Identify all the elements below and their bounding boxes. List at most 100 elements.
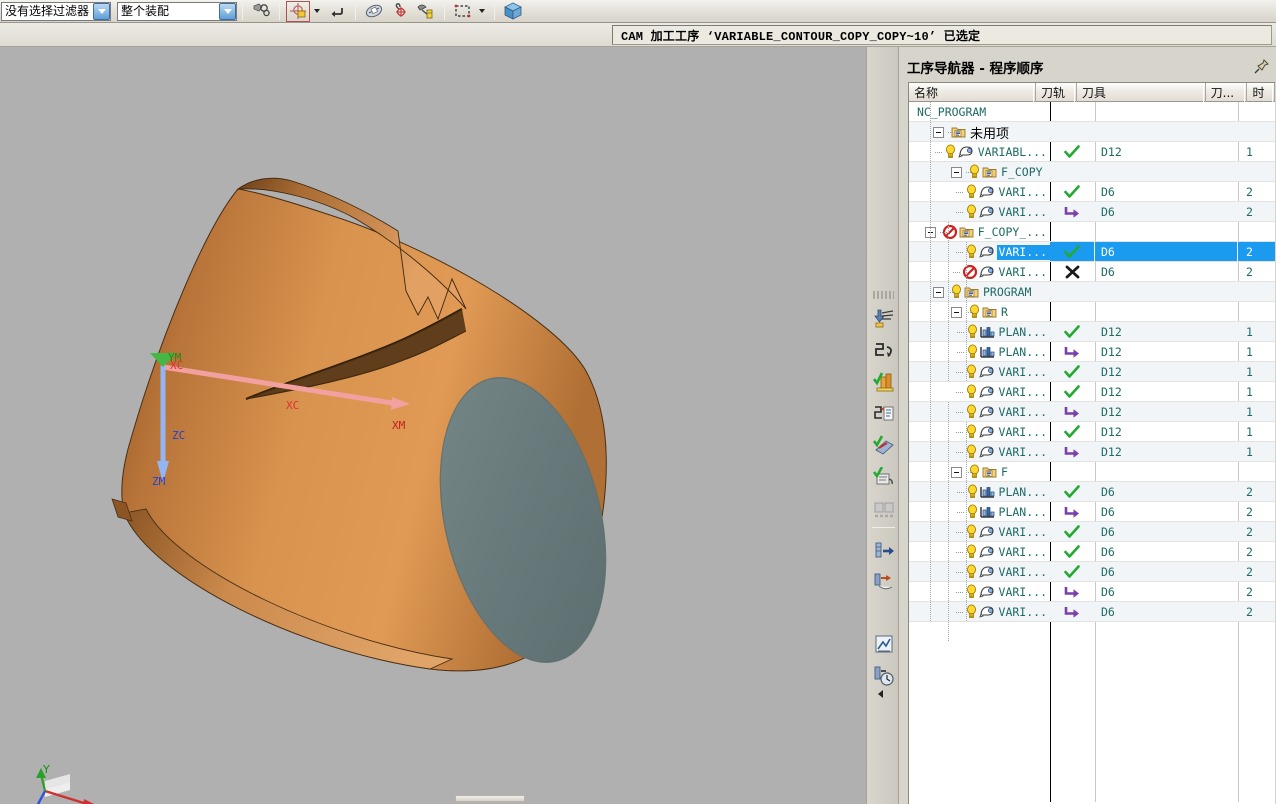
folder-icon-wrapper[interactable] <box>982 165 997 179</box>
tree-row[interactable]: VARI...D12100 <box>909 362 1275 382</box>
tree-row-tool[interactable]: D6 <box>1095 502 1237 522</box>
tree-collapse-toggle[interactable] <box>933 126 944 138</box>
tree-row[interactable]: F <box>909 462 1275 482</box>
tree-row-tool-number[interactable] <box>1238 102 1275 122</box>
folder-icon-wrapper[interactable] <box>959 225 974 239</box>
bulb-icon-wrapper[interactable] <box>966 564 977 580</box>
tree-row-tool[interactable] <box>1095 122 1237 142</box>
tree-row-tool[interactable]: D12 <box>1095 322 1237 342</box>
tree-collapse-toggle[interactable] <box>951 466 962 478</box>
tree-row-toolpath-status[interactable] <box>1050 482 1094 502</box>
bulb-icon-wrapper[interactable] <box>966 544 977 560</box>
generate-toolpath-icon[interactable] <box>871 305 896 331</box>
tree-row-tool[interactable]: D6 <box>1095 542 1237 562</box>
contour-icon-wrapper[interactable] <box>978 585 995 599</box>
tree-row-tool[interactable]: D6 <box>1095 562 1237 582</box>
tree-row[interactable]: PLAN...D12100 <box>909 322 1275 342</box>
render-style-icon[interactable] <box>501 1 525 22</box>
tree-row-tool[interactable]: D12 <box>1095 342 1237 362</box>
tree-row[interactable]: VARI...D6200 <box>909 582 1275 602</box>
tree-row-toolpath-status[interactable] <box>1050 302 1094 322</box>
tree-row-tool-number[interactable]: 1 <box>1238 342 1275 362</box>
bulb-icon-wrapper[interactable] <box>966 184 977 200</box>
chevron-down-icon[interactable] <box>93 2 110 20</box>
machine-time-icon[interactable] <box>871 663 896 689</box>
tree-row-tool-number[interactable]: 2 <box>1238 502 1275 522</box>
tree-row-tool[interactable] <box>1095 102 1237 122</box>
bulb-icon-wrapper[interactable] <box>966 584 977 600</box>
contour-icon-wrapper[interactable] <box>978 445 995 459</box>
operation-tree[interactable]: 名称 刀轨 刀具 刀... 时 NC_PROGRAM02未用项01 VARIABL... D… <box>908 82 1275 804</box>
tree-row-toolpath-status[interactable] <box>1050 222 1094 242</box>
tree-row-toolpath-status[interactable] <box>1050 502 1094 522</box>
bulb-icon-wrapper[interactable] <box>966 424 977 440</box>
list-toolpath-icon[interactable] <box>871 401 896 427</box>
tree-row-toolpath-status[interactable] <box>1050 202 1094 222</box>
tree-row-tool[interactable]: D6 <box>1095 602 1237 622</box>
tree-row-toolpath-status[interactable] <box>1050 242 1094 262</box>
bulb-icon-wrapper[interactable] <box>966 444 977 460</box>
point-constructor-icon[interactable] <box>388 1 412 22</box>
chevron-down-icon[interactable] <box>219 2 236 20</box>
replay-toolpath-icon[interactable] <box>871 337 896 363</box>
tree-row[interactable]: VARI...D6200 <box>909 202 1275 222</box>
tree-row-tool-number[interactable]: 2 <box>1238 182 1275 202</box>
tree-row[interactable]: VARI...D6200 <box>909 242 1275 262</box>
tree-row[interactable]: PLAN...D6200 <box>909 482 1275 502</box>
deny-icon-wrapper[interactable] <box>962 265 977 279</box>
simulate-icon[interactable] <box>871 631 896 657</box>
bulb-icon-wrapper[interactable] <box>966 404 977 420</box>
tree-row[interactable]: VARI...D12100 <box>909 442 1275 462</box>
tree-row-toolpath-status[interactable] <box>1050 362 1094 382</box>
tree-row-toolpath-status[interactable] <box>1050 602 1094 622</box>
tree-row-tool-number[interactable] <box>1238 282 1275 302</box>
tree-row-tool-number[interactable]: 2 <box>1238 202 1275 222</box>
tree-collapse-toggle[interactable] <box>951 166 962 178</box>
tree-row[interactable]: PLAN...D12100 <box>909 342 1275 362</box>
tree-row-toolpath-status[interactable] <box>1050 442 1094 462</box>
bulb-icon-wrapper[interactable] <box>945 144 956 160</box>
tree-row-toolpath-status[interactable] <box>1050 142 1094 162</box>
tree-row[interactable]: VARI...D12100 <box>909 382 1275 402</box>
tree-row-toolpath-status[interactable] <box>1050 402 1094 422</box>
contour-icon-wrapper[interactable] <box>978 185 995 199</box>
tree-row-toolpath-status[interactable] <box>1050 102 1094 122</box>
tree-row-toolpath-status[interactable] <box>1050 182 1094 202</box>
tree-row[interactable]: VARI...D12100 <box>909 402 1275 422</box>
tree-row[interactable]: PLAN...D6200 <box>909 502 1275 522</box>
tree-row-tool[interactable]: D12 <box>1095 142 1237 162</box>
back-icon[interactable] <box>325 1 349 22</box>
selection-filter-combo[interactable]: 没有选择过滤器 <box>1 1 111 21</box>
tree-column-headers[interactable]: 名称 刀轨 刀具 刀... 时 <box>909 83 1275 102</box>
planar-icon-wrapper[interactable] <box>979 325 995 339</box>
tree-row-tool-number[interactable]: 1 <box>1238 442 1275 462</box>
rectangle-select-icon[interactable] <box>451 1 475 22</box>
tool-path-divide-icon[interactable] <box>871 569 896 595</box>
tree-row[interactable]: VARI...D6200 <box>909 562 1275 582</box>
tree-row-toolpath-status[interactable] <box>1050 562 1094 582</box>
collapse-panel-arrow[interactable] <box>874 687 886 701</box>
contour-icon-wrapper[interactable] <box>978 565 995 579</box>
tree-row-tool-number[interactable]: 2 <box>1238 562 1275 582</box>
tree-row[interactable]: 未用项01 <box>909 122 1275 142</box>
tree-row-tool-number[interactable] <box>1238 302 1275 322</box>
tree-row-tool-number[interactable] <box>1238 162 1275 182</box>
column-header-name[interactable]: 名称 <box>909 83 1036 102</box>
tree-row-tool[interactable]: D6 <box>1095 202 1237 222</box>
tree-row-tool[interactable]: D12 <box>1095 382 1237 402</box>
tree-row-tool-number[interactable]: 1 <box>1238 322 1275 342</box>
bulb-icon-wrapper[interactable] <box>966 244 977 260</box>
contour-icon-wrapper[interactable] <box>978 245 995 259</box>
bulb-icon-wrapper[interactable] <box>967 504 978 520</box>
tree-row-toolpath-status[interactable] <box>1050 522 1094 542</box>
tree-row-tool[interactable]: D6 <box>1095 182 1237 202</box>
tree-row-toolpath-status[interactable] <box>1050 462 1094 482</box>
contour-icon-wrapper[interactable] <box>978 525 995 539</box>
tree-row-toolpath-status[interactable] <box>1050 322 1094 342</box>
tree-row-tool-number[interactable] <box>1238 122 1275 142</box>
tree-row[interactable]: VARIABL...D12100 <box>909 142 1275 162</box>
tree-row-tool-number[interactable]: 2 <box>1238 482 1275 502</box>
folder-icon-wrapper[interactable] <box>982 465 997 479</box>
contour-icon-wrapper[interactable] <box>978 265 995 279</box>
tree-row-tool-number[interactable]: 1 <box>1238 382 1275 402</box>
